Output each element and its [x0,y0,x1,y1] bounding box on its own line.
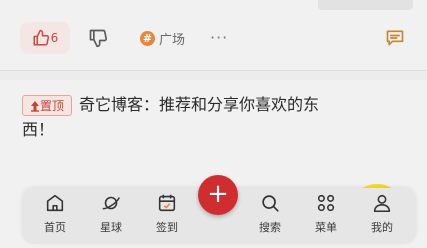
user-icon [373,194,391,213]
topic-tag[interactable]: # 广场 [140,29,185,48]
nav-label: 我的 [371,221,393,234]
dislike-button[interactable] [88,28,110,50]
nav-checkin[interactable]: 签到 [145,192,189,240]
like-count: 6 [50,31,59,45]
nav-me[interactable]: 我的 [360,192,404,240]
nav-label: 搜索 [259,221,281,234]
hash-icon: # [140,31,155,46]
planet-icon [102,196,120,210]
like-button[interactable]: 6 [20,22,70,54]
more-button[interactable]: ··· [210,28,228,47]
nav-label: 签到 [156,221,178,234]
nav-planet[interactable]: 星球 [89,192,133,240]
nav-label: 星球 [100,221,122,234]
nav-label: 首页 [44,221,66,234]
add-post-button[interactable]: + [198,175,238,215]
comment-icon [386,30,404,46]
post-action-bar: 6 # 广场 ··· [0,22,427,56]
image-preview-edge [318,0,413,10]
search-icon [262,195,279,212]
nav-home[interactable]: 首页 [33,192,77,240]
nav-menu[interactable]: 菜单 [304,192,348,240]
comment-button[interactable] [385,28,407,50]
home-icon [46,194,64,212]
post-title[interactable]: 奇它博客：推荐和分享你喜欢的东西！ [22,92,322,142]
topic-label: 广场 [159,33,186,48]
thumbs-up-icon [33,29,49,46]
calendar-icon [158,194,176,212]
thumbs-down-icon [89,29,108,48]
nav-search[interactable]: 搜索 [248,192,292,240]
nav-label: 菜单 [315,221,337,234]
menu-grid-icon [317,194,335,212]
previous-post-card: 6 # 广场 ··· [0,0,427,71]
